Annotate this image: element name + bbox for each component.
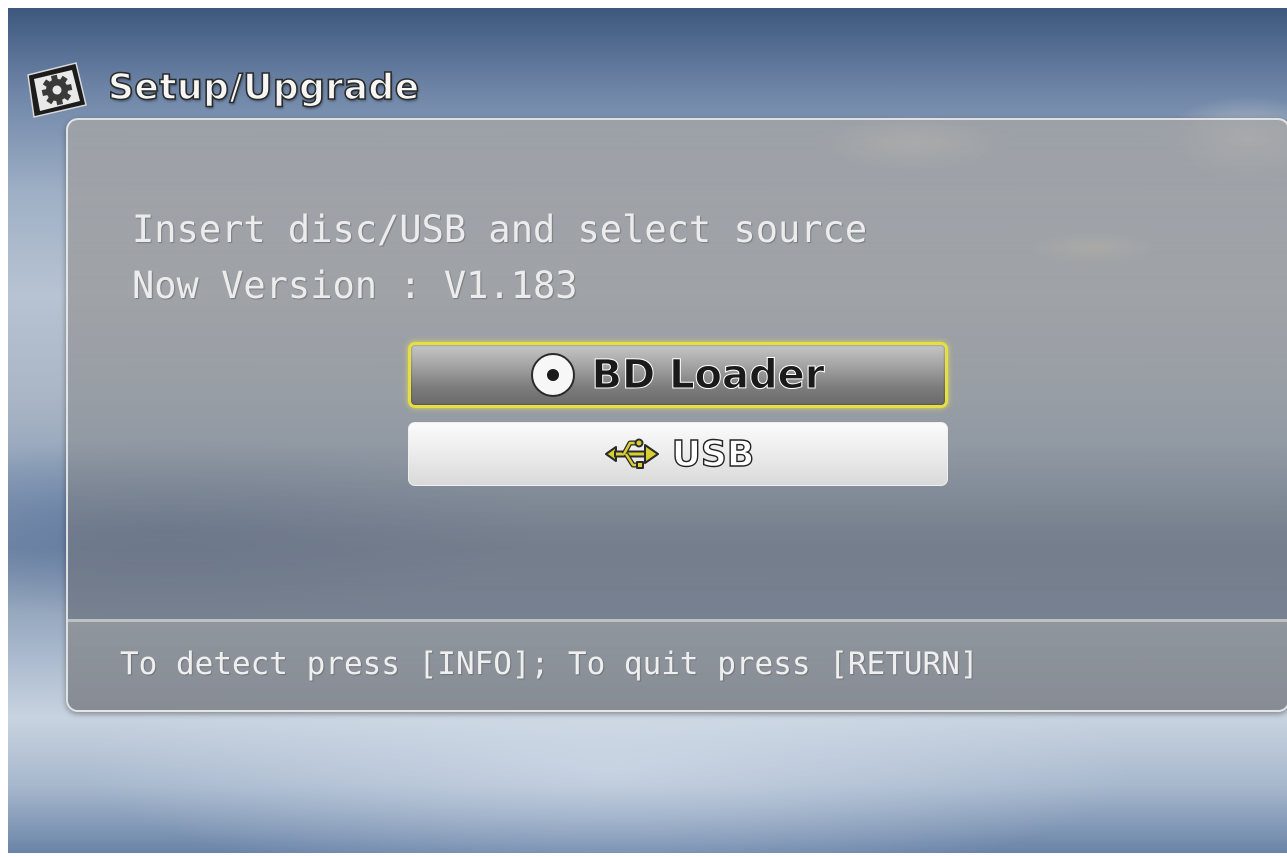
version-text: Now Version : V1.183 bbox=[132, 264, 578, 307]
panel-footer: To detect press [INFO]; To quit press [R… bbox=[68, 619, 1287, 710]
upgrade-panel: Insert disc/USB and select source Now Ve… bbox=[66, 118, 1287, 712]
bd-loader-label: BD Loader bbox=[591, 352, 825, 399]
header: Setup/Upgrade bbox=[24, 54, 420, 124]
page-title: Setup/Upgrade bbox=[107, 66, 420, 109]
instruction-text: Insert disc/USB and select source bbox=[132, 208, 868, 251]
key-hint-text: To detect press [INFO]; To quit press [R… bbox=[120, 646, 979, 682]
disc-icon bbox=[531, 353, 576, 397]
bd-loader-option[interactable]: BD Loader bbox=[408, 342, 948, 408]
usb-label: USB bbox=[671, 433, 755, 475]
tv-screen: Setup/Upgrade Insert disc/USB and select… bbox=[8, 8, 1287, 853]
usb-icon bbox=[604, 438, 659, 469]
gear-icon bbox=[24, 59, 88, 119]
usb-option[interactable]: USB bbox=[408, 422, 948, 486]
